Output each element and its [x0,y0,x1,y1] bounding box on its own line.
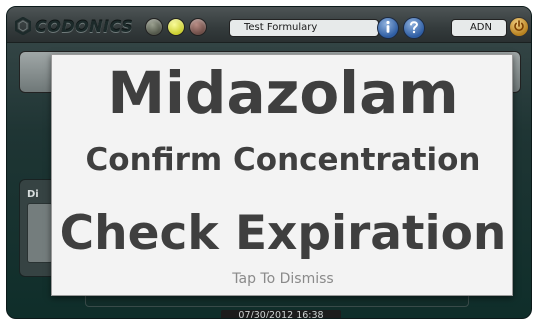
alert-drug-name: Midazolam [107,59,459,127]
help-button[interactable] [403,17,425,39]
drug-alert-modal[interactable]: Midazolam Confirm Concentration Check Ex… [51,54,513,296]
help-icon [408,20,420,37]
logo-text: CODONICS [35,16,134,36]
status-light-red [189,18,207,36]
codonics-logo: CODONICS [14,15,134,37]
power-icon [513,19,525,35]
app-screen: CODONICS Test Formulary ADN Di 07/30/201… [6,6,532,319]
formulary-name[interactable]: Test Formulary [229,19,379,37]
info-icon [382,20,394,37]
power-button[interactable] [509,17,529,37]
status-light-yellow [167,18,185,36]
alert-check-expiration: Check Expiration [59,206,507,261]
left-panel-button[interactable] [27,203,53,263]
left-panel-label: Di [27,189,39,200]
info-button[interactable] [377,17,399,39]
status-light-gray [145,18,163,36]
header-bar: CODONICS Test Formulary ADN [7,7,531,43]
hexagon-logo-icon [14,16,32,36]
footer-datetime: 07/30/2012 16:38 [221,310,341,318]
tap-to-dismiss-hint: Tap To Dismiss [232,271,334,287]
alert-confirm-concentration: Confirm Concentration [85,142,481,178]
user-name[interactable]: ADN [451,19,507,37]
